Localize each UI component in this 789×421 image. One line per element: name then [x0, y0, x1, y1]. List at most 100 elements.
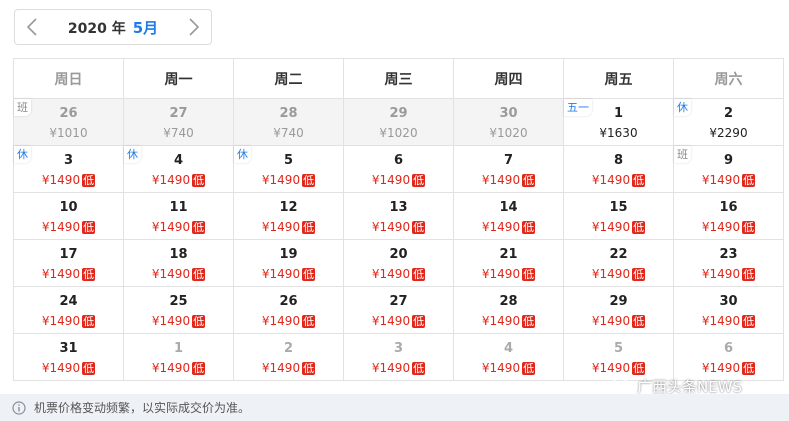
day-price: ¥1490 低 — [42, 219, 96, 235]
calendar-day-cell[interactable]: 6 ¥1490 低 — [673, 333, 784, 381]
calendar-day-cell[interactable]: 27 ¥1490 低 — [343, 286, 454, 334]
chevron-right-icon — [189, 18, 200, 36]
calendar-day-cell[interactable]: 8 ¥1490 低 — [563, 145, 674, 193]
day-number: 26 — [279, 294, 298, 309]
next-month-button[interactable] — [177, 10, 211, 44]
calendar-day-cell[interactable]: 28 ¥740 — [233, 98, 344, 146]
day-price: ¥1490 低 — [702, 172, 756, 188]
day-price-value: ¥1490 — [151, 173, 191, 187]
day-price: ¥1490 低 — [481, 360, 536, 376]
calendar-day-cell[interactable]: 10 ¥1490 低 — [13, 192, 124, 240]
calendar-day-cell[interactable]: 31 ¥1490 低 — [13, 333, 124, 381]
day-price: ¥1490 低 — [702, 360, 756, 376]
day-price-value: ¥1490 — [261, 314, 301, 328]
day-price-value: ¥1490 — [481, 361, 521, 375]
calendar-day-cell[interactable]: 7 ¥1490 低 — [453, 145, 564, 193]
day-price-value: ¥1490 — [371, 361, 411, 375]
calendar-day-cell[interactable]: 12 ¥1490 低 — [233, 192, 344, 240]
day-number: 1 — [173, 341, 184, 356]
day-price-value: ¥1490 — [151, 220, 191, 234]
low-price-badge: 低 — [82, 314, 96, 328]
calendar-day-cell[interactable]: 4 ¥1490 低 — [453, 333, 564, 381]
calendar-day-cell[interactable]: 29 ¥1020 — [343, 98, 454, 146]
day-number: 28 — [279, 106, 298, 121]
day-price-value: ¥1490 — [261, 267, 301, 281]
day-price: ¥1490 低 — [262, 360, 316, 376]
calendar-day-cell[interactable]: 3 ¥1490 低 — [343, 333, 454, 381]
calendar-day-cell[interactable]: 26 ¥1490 低 — [233, 286, 344, 334]
calendar-day-cell[interactable]: 1 ¥1490 低 — [123, 333, 234, 381]
day-price: ¥1490 低 — [42, 360, 96, 376]
day-price-value: ¥1490 — [481, 173, 521, 187]
calendar-day-cell[interactable]: 14 ¥1490 低 — [453, 192, 564, 240]
day-number: 7 — [503, 153, 514, 168]
day-number: 27 — [169, 106, 188, 121]
low-price-badge: 低 — [632, 314, 646, 328]
day-tag-rest: 休 — [124, 146, 141, 163]
calendar-day-cell[interactable]: 17 ¥1490 低 — [13, 239, 124, 287]
day-number: 8 — [613, 153, 624, 168]
low-price-badge: 低 — [412, 173, 426, 187]
day-number: 4 — [503, 341, 514, 356]
day-price-value: ¥1490 — [371, 267, 411, 281]
day-price: ¥1490 低 — [591, 219, 646, 235]
calendar-day-cell[interactable]: 11 ¥1490 低 — [123, 192, 234, 240]
day-price-value: ¥1490 — [41, 267, 81, 281]
calendar-day-cell[interactable]: 21 ¥1490 低 — [453, 239, 564, 287]
day-price: ¥1020 — [489, 125, 527, 141]
calendar-day-cell[interactable]: 13 ¥1490 低 — [343, 192, 454, 240]
calendar-day-cell[interactable]: 休 4 ¥1490 低 — [123, 145, 234, 193]
calendar-week-row: 24 ¥1490 低 25 ¥1490 低 26 ¥1490 低 27 ¥1490 低 28 ¥1490 低… — [13, 286, 784, 334]
day-price: ¥1490 低 — [262, 219, 316, 235]
day-number: 11 — [169, 200, 188, 215]
day-price: ¥1630 — [599, 125, 637, 141]
weekday-header: 周一 — [123, 58, 234, 99]
calendar-day-cell[interactable]: 班 26 ¥1010 — [13, 98, 124, 146]
low-price-badge: 低 — [522, 361, 536, 375]
weekday-header: 周二 — [233, 58, 344, 99]
day-price: ¥1490 低 — [42, 172, 96, 188]
low-price-badge: 低 — [302, 173, 316, 187]
calendar-day-cell[interactable]: 19 ¥1490 低 — [233, 239, 344, 287]
calendar-day-cell[interactable]: 五一 1 ¥1630 — [563, 98, 674, 146]
chevron-left-icon — [26, 18, 37, 36]
price-notice-text: 机票价格变动频繁，以实际成交价为准。 — [34, 401, 251, 415]
day-price: ¥1490 低 — [482, 313, 536, 329]
calendar-day-cell[interactable]: 27 ¥740 — [123, 98, 234, 146]
calendar-day-cell[interactable]: 休 3 ¥1490 低 — [13, 145, 124, 193]
calendar-day-cell[interactable]: 30 ¥1490 低 — [673, 286, 784, 334]
low-price-badge: 低 — [82, 173, 96, 187]
low-price-badge: 低 — [742, 267, 756, 281]
prev-month-button[interactable] — [15, 10, 49, 44]
calendar-day-cell[interactable]: 6 ¥1490 低 — [343, 145, 454, 193]
day-tag-work: 班 — [674, 146, 691, 163]
day-price: ¥1490 低 — [152, 360, 206, 376]
low-price-badge: 低 — [412, 361, 426, 375]
day-number: 3 — [393, 341, 404, 356]
calendar-day-cell[interactable]: 30 ¥1020 — [453, 98, 564, 146]
calendar-day-cell[interactable]: 20 ¥1490 低 — [343, 239, 454, 287]
calendar-day-cell[interactable]: 15 ¥1490 低 — [563, 192, 674, 240]
day-price-value: ¥1490 — [151, 267, 191, 281]
weekday-header: 周三 — [343, 58, 454, 99]
calendar-day-cell[interactable]: 2 ¥1490 低 — [233, 333, 344, 381]
calendar-day-cell[interactable]: 29 ¥1490 低 — [563, 286, 674, 334]
calendar-day-cell[interactable]: 16 ¥1490 低 — [673, 192, 784, 240]
calendar-day-cell[interactable]: 班 9 ¥1490 低 — [673, 145, 784, 193]
calendar-day-cell[interactable]: 24 ¥1490 低 — [13, 286, 124, 334]
calendar-day-cell[interactable]: 18 ¥1490 低 — [123, 239, 234, 287]
day-price-value: ¥1490 — [151, 314, 191, 328]
day-price-value: ¥1490 — [261, 173, 301, 187]
calendar-day-cell[interactable]: 25 ¥1490 低 — [123, 286, 234, 334]
calendar-day-cell[interactable]: 休 5 ¥1490 低 — [233, 145, 344, 193]
calendar-day-cell[interactable]: 23 ¥1490 低 — [673, 239, 784, 287]
calendar-day-cell[interactable]: 22 ¥1490 低 — [563, 239, 674, 287]
day-number: 31 — [59, 341, 78, 356]
calendar-day-cell[interactable]: 28 ¥1490 低 — [453, 286, 564, 334]
calendar-day-cell[interactable]: 5 ¥1490 低 — [563, 333, 674, 381]
low-price-badge: 低 — [302, 220, 316, 234]
day-price-value: ¥1490 — [591, 220, 631, 234]
day-price-value: ¥1490 — [591, 173, 631, 187]
day-price-value: ¥1490 — [591, 314, 631, 328]
calendar-day-cell[interactable]: 休 2 ¥2290 — [673, 98, 784, 146]
